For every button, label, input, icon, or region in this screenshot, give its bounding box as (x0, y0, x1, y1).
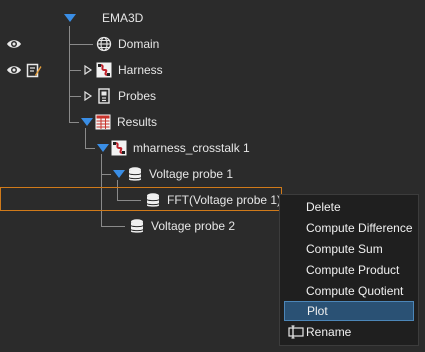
tree-item-label: Voltage probe 2 (151, 219, 236, 233)
tree-item-label: Results (117, 115, 158, 129)
tree-item-fft-voltage-probe-1[interactable]: FFT(Voltage probe 1) (145, 190, 281, 210)
menu-item-label: Rename (306, 325, 352, 339)
tree-item-voltage-probe-2[interactable]: Voltage probe 2 (129, 216, 235, 236)
menu-item-label: Compute Sum (306, 242, 383, 256)
probe-icon (96, 88, 112, 104)
menu-item-compute-quotient[interactable]: Compute Quotient (284, 281, 414, 301)
menu-item-label: Compute Quotient (306, 284, 404, 298)
menu-item-rename[interactable]: Rename (284, 322, 414, 342)
harness-icon (96, 62, 112, 78)
collapsed-arrow-icon[interactable] (80, 62, 96, 78)
tree-item-label: Domain (118, 37, 160, 51)
tree-line (85, 148, 95, 149)
eye-icon[interactable] (6, 36, 22, 52)
expand-arrow-icon[interactable] (79, 114, 95, 130)
menu-item-label: Compute Difference (306, 221, 413, 235)
menu-item-plot[interactable]: Plot (284, 301, 414, 321)
tree-line (101, 226, 125, 227)
menu-item-label: Compute Product (306, 263, 400, 277)
tree-item-label: Voltage probe 1 (149, 167, 234, 181)
tree-line (101, 174, 111, 175)
tree-item-domain[interactable]: Domain (96, 34, 159, 54)
menu-item-label: Plot (307, 304, 328, 318)
menu-item-compute-difference[interactable]: Compute Difference (284, 218, 414, 238)
tree-item-mharness-crosstalk[interactable]: mharness_crosstalk 1 (95, 138, 250, 158)
tree-line (69, 26, 70, 122)
collapsed-arrow-icon[interactable] (80, 88, 96, 104)
menu-item-delete[interactable]: Delete (284, 197, 414, 217)
rename-icon (288, 325, 304, 339)
globe-icon (96, 36, 112, 52)
tree-line (69, 44, 93, 45)
tree-item-probes[interactable]: Probes (80, 86, 156, 106)
tree-item-results[interactable]: Results (79, 112, 157, 132)
expand-arrow-icon[interactable] (95, 140, 111, 156)
eye-icon[interactable] (6, 62, 22, 78)
menu-item-label: Delete (306, 200, 341, 214)
context-menu: Delete Compute Difference Compute Sum Co… (279, 194, 419, 346)
tree-root-label: EMA3D (102, 11, 144, 25)
harness-icon (111, 140, 127, 156)
tree-line (69, 122, 79, 123)
tree-item-label: FFT(Voltage probe 1) (167, 193, 282, 207)
menu-item-compute-sum[interactable]: Compute Sum (284, 239, 414, 259)
tree-item-label: mharness_crosstalk 1 (133, 141, 250, 155)
results-table-icon (95, 114, 111, 130)
expand-arrow-icon[interactable] (111, 166, 127, 182)
database-icon (127, 166, 143, 182)
tree-item-harness[interactable]: Harness (80, 60, 163, 80)
tree-item-label: Harness (118, 63, 163, 77)
edit-icon[interactable] (26, 62, 42, 78)
tree-item-voltage-probe-1[interactable]: Voltage probe 1 (111, 164, 233, 184)
menu-item-compute-product[interactable]: Compute Product (284, 260, 414, 280)
database-icon (129, 218, 145, 234)
expand-arrow-icon[interactable] (62, 10, 78, 26)
tree-root[interactable]: EMA3D (62, 8, 143, 28)
database-icon (145, 192, 161, 208)
tree-item-label: Probes (118, 89, 157, 103)
